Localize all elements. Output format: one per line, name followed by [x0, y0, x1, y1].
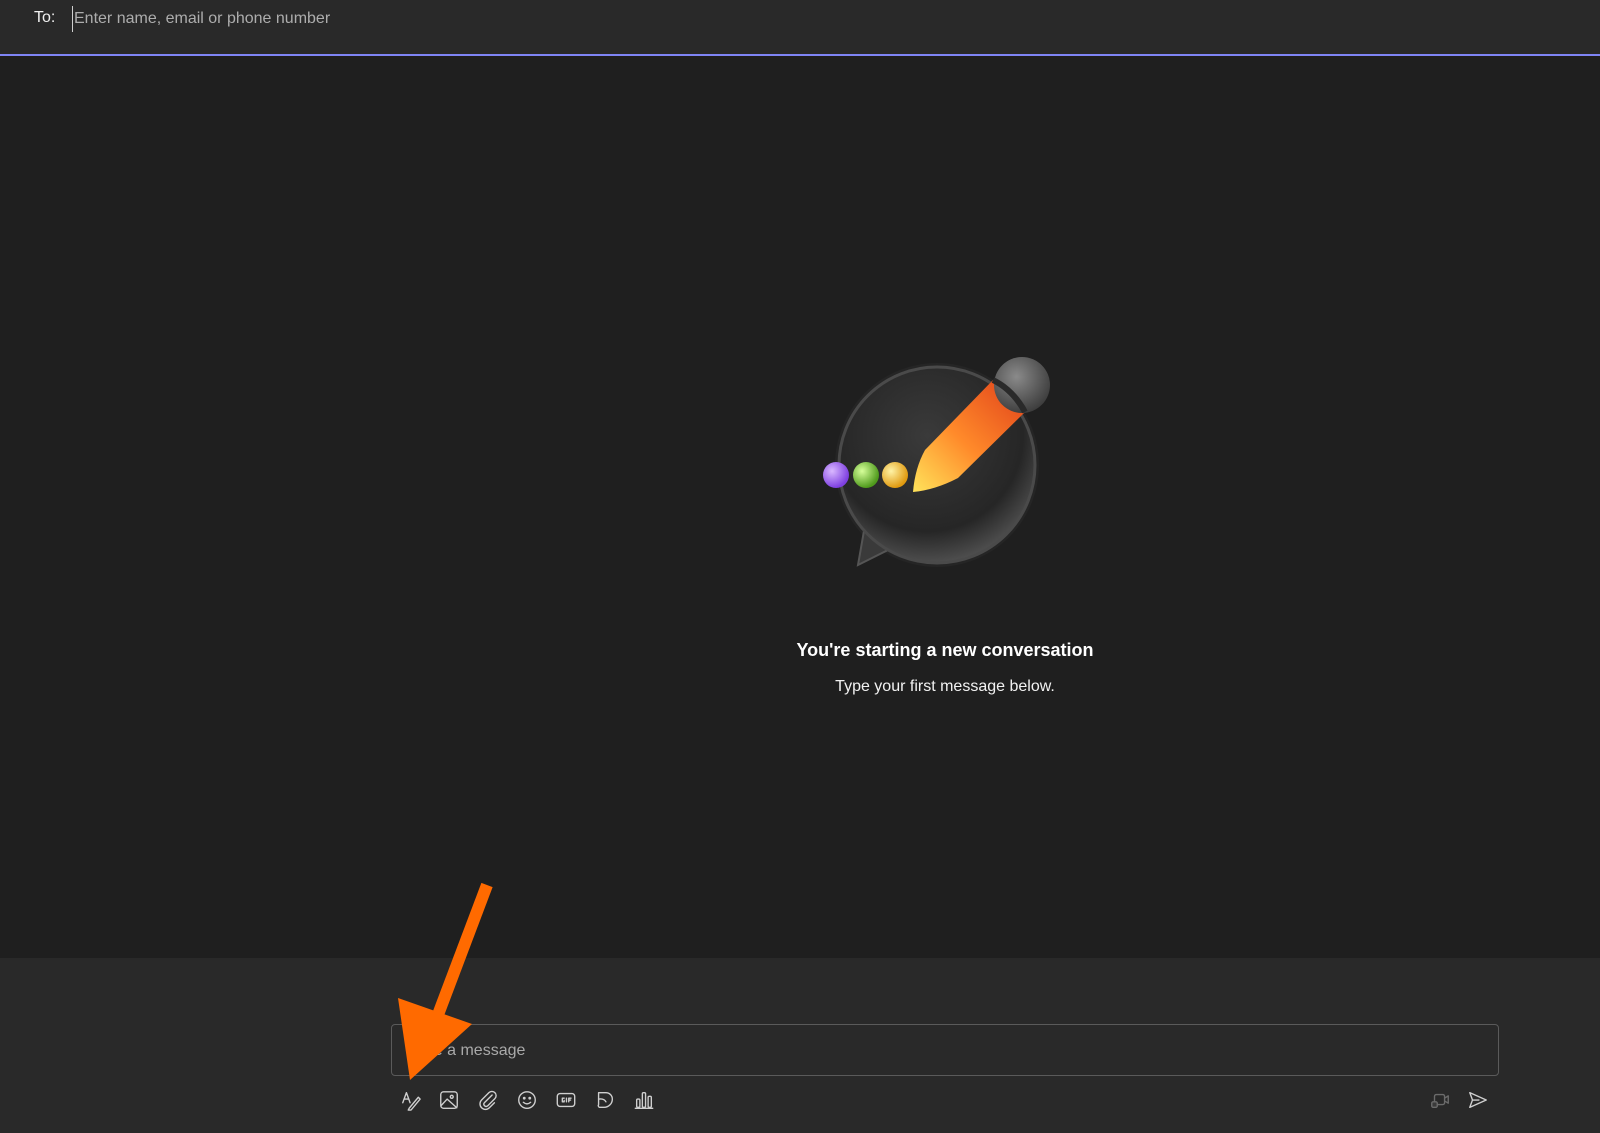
empty-state-title: You're starting a new conversation — [796, 640, 1094, 660]
typing-dots-icon — [823, 462, 908, 488]
poll-icon[interactable] — [629, 1085, 659, 1115]
compose-area — [0, 958, 1600, 1133]
video-clip-icon[interactable] — [1425, 1085, 1455, 1115]
new-conversation-illustration — [813, 350, 1073, 590]
recipient-input[interactable] — [72, 6, 774, 32]
emoji-icon[interactable] — [512, 1085, 542, 1115]
sticker-icon[interactable] — [590, 1085, 620, 1115]
attach-icon[interactable] — [473, 1085, 503, 1115]
format-icon[interactable] — [396, 1085, 426, 1115]
message-input[interactable] — [406, 1025, 1480, 1077]
to-bar: To: — [0, 0, 1600, 56]
send-icon[interactable] — [1463, 1085, 1493, 1115]
to-label: To: — [34, 9, 56, 26]
image-icon[interactable] — [434, 1085, 464, 1115]
gif-icon[interactable] — [551, 1085, 581, 1115]
message-box — [391, 1024, 1499, 1077]
empty-state-subtitle: Type your first message below. — [835, 678, 1055, 695]
